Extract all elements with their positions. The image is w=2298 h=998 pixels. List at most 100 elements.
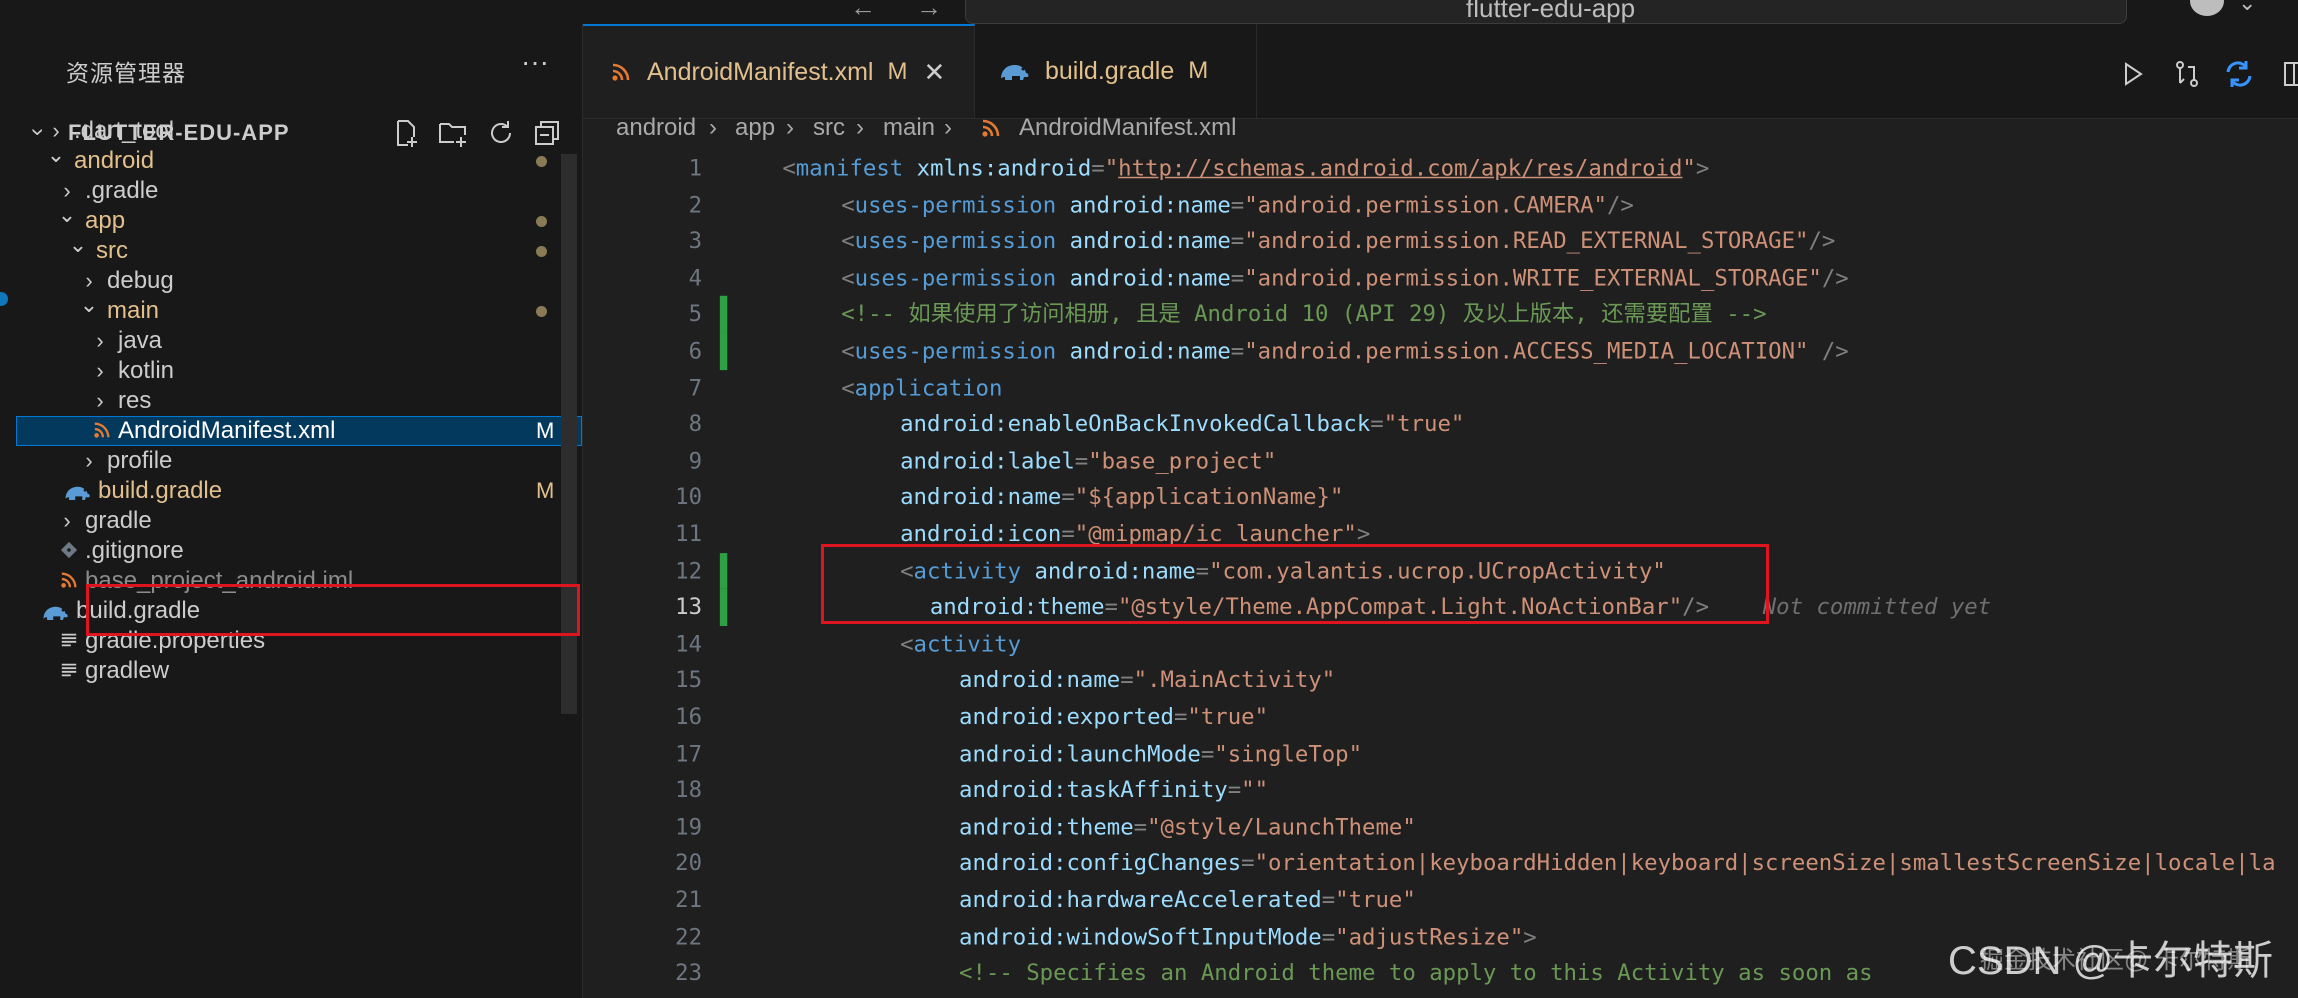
tree-item[interactable]: › .gradle: [16, 176, 582, 206]
code-line[interactable]: 18 android:taskAffinity="": [583, 772, 2298, 809]
tree-item-label: res: [118, 387, 152, 414]
tab-androidmanifest[interactable]: AndroidManifest.xml M ✕: [583, 24, 975, 118]
code-editor[interactable]: 1 <manifest xmlns:android="http://schemas…: [583, 150, 2298, 998]
code-line[interactable]: 16 android:exported="true": [583, 699, 2298, 736]
code-text: android:label="base_project": [900, 447, 1277, 474]
tree-item[interactable]: ⌄ android: [16, 142, 582, 176]
chevron-right-icon[interactable]: ›: [90, 386, 110, 416]
code-text: <uses-permission android:name="android.p…: [841, 227, 1836, 255]
chevron-down-icon[interactable]: ⌄: [46, 140, 66, 170]
code-text: the Android process has started. This th…: [1018, 992, 1905, 998]
code-line[interactable]: 9 android:label="base_project": [583, 443, 2298, 480]
breadcrumb-separator-icon: ›: [856, 114, 864, 141]
breadcrumb-separator-icon: ›: [786, 114, 794, 141]
breadcrumb-src[interactable]: src: [813, 106, 845, 150]
tree-item[interactable]: ⌄ app: [16, 202, 582, 236]
line-number: 11: [675, 520, 702, 548]
breadcrumb-android[interactable]: android: [616, 106, 696, 150]
tab-build-gradle[interactable]: build.gradle M: [975, 24, 1257, 118]
line-number: 14: [675, 630, 702, 657]
line-number: 16: [675, 703, 702, 731]
tree-item[interactable]: › profile: [16, 446, 582, 476]
line-number: 18: [675, 776, 702, 804]
tree-item-label: main: [107, 297, 160, 324]
code-line[interactable]: 21 android:hardwareAccelerated="true": [583, 882, 2298, 919]
code-line[interactable]: 14 <activity: [583, 626, 2298, 663]
breadcrumb-app[interactable]: app: [735, 106, 775, 150]
line-number: 2: [688, 191, 702, 218]
code-line[interactable]: 3 <uses-permission android:name="android.…: [583, 223, 2298, 260]
tree-item-label: .gitignore: [85, 537, 184, 564]
line-number: 24: [583, 992, 702, 998]
copilot-icon[interactable]: [2190, 0, 2224, 16]
tree-item[interactable]: .gitignore: [16, 536, 582, 566]
command-center-search[interactable]: flutter-edu-app: [965, 0, 2127, 24]
line-number: 19: [675, 813, 702, 840]
code-line[interactable]: 8 android:enableOnBackInvokedCallback="tr…: [583, 406, 2298, 443]
tree-item-label: kotlin: [118, 357, 175, 384]
annotation-box-code: [821, 544, 1769, 624]
code-line[interactable]: 7 <application: [583, 370, 2298, 407]
gradle-elephant-icon: [62, 481, 92, 503]
chevron-right-icon[interactable]: ›: [90, 356, 110, 386]
tree-item[interactable]: ⌄ src: [16, 232, 582, 266]
git-added-gutter-mark: [719, 552, 728, 590]
code-text: <!-- Specifies an Android theme to apply…: [959, 959, 1873, 987]
history-nav[interactable]: ←→: [850, 0, 982, 23]
tree-item[interactable]: › kotlin: [16, 356, 582, 386]
tree-item[interactable]: › .dart_tool: [16, 116, 582, 146]
code-text: <uses-permission android:name="android.p…: [841, 264, 1849, 292]
tree-item-label: debug: [107, 267, 174, 294]
modified-indicator: M: [887, 58, 908, 85]
code-line[interactable]: 19 android:theme="@style/LaunchTheme": [583, 809, 2298, 846]
tree-item[interactable]: ⌄ main: [16, 292, 582, 326]
tree-item-label: app: [85, 207, 126, 234]
line-number: 23: [675, 959, 702, 987]
code-line[interactable]: 10 android:name="${applicationName}": [583, 479, 2298, 516]
code-line[interactable]: 1 <manifest xmlns:android="http://schemas…: [583, 150, 2298, 187]
breadcrumb-main[interactable]: main: [883, 106, 935, 150]
code-line[interactable]: 15 android:name=".MainActivity": [583, 662, 2298, 699]
git-added-gutter-mark: [719, 332, 728, 370]
tree-item[interactable]: › java: [16, 326, 582, 356]
tree-item[interactable]: › gradle: [16, 506, 582, 536]
run-icon[interactable]: [2113, 54, 2153, 94]
code-line[interactable]: 4 <uses-permission android:name="android.…: [583, 260, 2298, 297]
tree-item[interactable]: AndroidManifest.xml M: [16, 416, 582, 446]
sync-changes-icon[interactable]: [2219, 54, 2259, 94]
chevron-down-icon[interactable]: ⌄: [57, 200, 77, 230]
git-compare-icon[interactable]: [2167, 54, 2207, 94]
line-number: 10: [675, 483, 702, 511]
chevron-down-icon[interactable]: ⌄: [79, 290, 99, 320]
close-icon[interactable]: ✕: [923, 57, 945, 88]
code-line[interactable]: 24 the Android process has started. This …: [583, 992, 2298, 998]
tree-item-label: java: [118, 327, 163, 354]
git-added-gutter-mark: [719, 296, 728, 333]
code-line[interactable]: 5 <!-- 如果使用了访问相册, 且是 Android 10 (API 29) …: [583, 296, 2298, 333]
code-line[interactable]: 2 <uses-permission android:name="android.…: [583, 187, 2298, 224]
tree-item[interactable]: › res: [16, 386, 582, 416]
breadcrumb-file[interactable]: AndroidManifest.xml: [1019, 106, 1236, 150]
git-diamond-icon: [59, 541, 79, 559]
tree-item[interactable]: › debug: [16, 266, 582, 296]
chevron-right-icon[interactable]: ›: [90, 326, 110, 356]
tree-item-label: .gradle: [85, 177, 159, 204]
tree-item[interactable]: build.gradle M: [16, 476, 582, 506]
code-line[interactable]: 20 android:configChanges="orientation|key…: [583, 845, 2298, 882]
line-number: 8: [688, 410, 702, 438]
tree-item-label: gradlew: [85, 657, 170, 684]
tab-label: build.gradle: [1045, 56, 1175, 85]
modified-dot-icon: [536, 216, 547, 227]
code-line[interactable]: 17 android:launchMode="singleTop": [583, 735, 2298, 772]
code-line[interactable]: 6 <uses-permission android:name="android.…: [583, 332, 2298, 370]
chevron-down-icon[interactable]: ⌄: [2238, 0, 2256, 16]
accounts-badge-icon[interactable]: [0, 292, 8, 306]
split-editor-icon[interactable]: [2273, 54, 2298, 94]
back-arrow-icon[interactable]: ←: [850, 0, 916, 22]
tab-label: AndroidManifest.xml: [647, 57, 874, 86]
chevron-down-icon[interactable]: ⌄: [68, 230, 88, 260]
chevron-right-icon[interactable]: ›: [79, 446, 99, 476]
modified-dot-icon: [536, 246, 547, 257]
chevron-right-icon[interactable]: ›: [57, 506, 77, 536]
tree-item[interactable]: gradlew: [16, 656, 582, 686]
